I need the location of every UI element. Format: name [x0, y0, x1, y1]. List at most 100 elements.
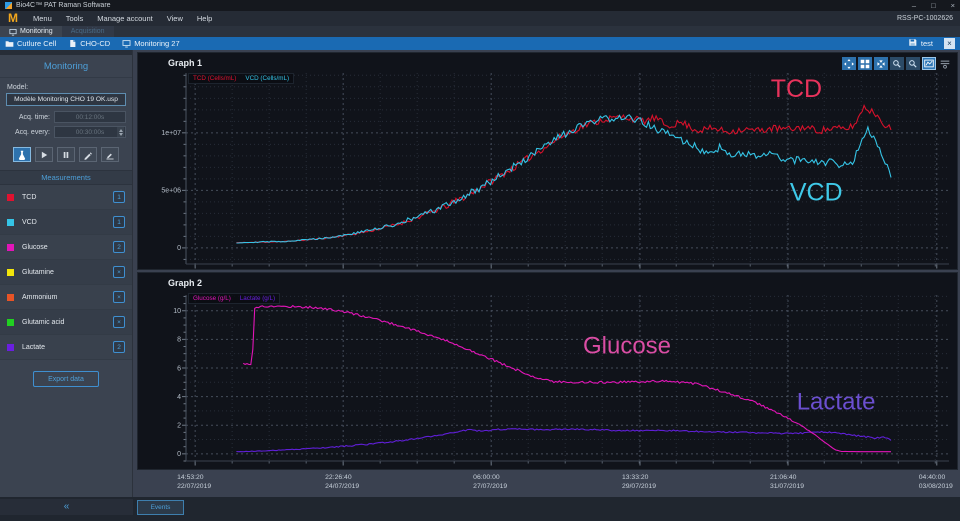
title-bar: Bio4C™ PAT Raman Software –□× — [0, 0, 960, 11]
breadcrumb-label: Cutlure Cell — [17, 39, 56, 48]
graph-slot-button[interactable]: 1 — [113, 191, 125, 203]
pause-button[interactable] — [57, 147, 75, 162]
x-tick-time: 22:26:40 — [325, 473, 359, 482]
bioreactor-button[interactable] — [13, 147, 31, 162]
close-button[interactable]: × — [951, 0, 955, 11]
measurement-row-glutamine[interactable]: Glutamine× — [0, 260, 132, 285]
monitor-icon — [122, 39, 131, 48]
tab-label: Monitoring — [20, 28, 53, 35]
graph-slot-button[interactable]: 2 — [113, 241, 125, 253]
graph-slot-button[interactable]: 2 — [113, 341, 125, 353]
arrows-out-icon — [844, 59, 854, 69]
app-window: { "window": { "title": "Bio4C™ PAT Raman… — [0, 0, 960, 521]
breadcrumb-bar: Cutlure CellCHO-CDMonitoring 27 test × — [0, 37, 960, 50]
acq-every-stepper[interactable] — [117, 127, 124, 137]
graph-slot-button[interactable]: × — [113, 316, 125, 328]
x-tick-date: 31/07/2019 — [770, 482, 804, 491]
graph-display-button[interactable] — [922, 57, 936, 70]
y-tick-label: 1e+07 — [161, 130, 181, 137]
menu-bar: M MenuToolsManage accountViewHelp RSS-PC… — [0, 11, 960, 26]
measurement-label: Glucose — [22, 244, 113, 251]
graph-slot-button[interactable]: × — [113, 291, 125, 303]
measurement-row-ammonium[interactable]: Ammonium× — [0, 285, 132, 310]
monitor-icon — [9, 28, 17, 36]
tab-strip: Monitoring Acquisition — [0, 26, 960, 37]
annotate-button[interactable] — [101, 147, 119, 162]
y-tick-label: 0 — [177, 451, 181, 458]
measurement-label: Ammonium — [22, 294, 113, 301]
pan-view-button[interactable] — [842, 57, 856, 70]
measurement-color-swatch — [7, 294, 14, 301]
menu-item-manage-account[interactable]: Manage account — [90, 14, 159, 23]
pencil-icon — [83, 150, 93, 160]
x-tick-label: 22:26:4024/07/2019 — [325, 473, 359, 491]
save-icon — [908, 38, 917, 47]
x-tick-date: 27/07/2019 — [473, 482, 507, 491]
graph-slot-button[interactable]: 1 — [113, 216, 125, 228]
y-tick-label: 4 — [177, 394, 181, 401]
maximize-button[interactable]: □ — [931, 0, 936, 11]
curve-options-button[interactable] — [938, 57, 952, 70]
graph2-panel: Graph 2 Glucose (g/L)Lactate (g/L) 10864… — [137, 272, 958, 470]
save-icon — [908, 38, 917, 49]
zoom-horizontal-button[interactable] — [890, 57, 904, 70]
measurement-row-tcd[interactable]: TCD1 — [0, 185, 132, 210]
graph1-series-tcd — [236, 106, 891, 243]
measurement-color-swatch — [7, 269, 14, 276]
zoom-icon — [908, 59, 918, 69]
menu-item-help[interactable]: Help — [190, 14, 219, 23]
annotation-vcd: VCD — [790, 179, 843, 207]
measurement-color-swatch — [7, 244, 14, 251]
annotation-lactate: Lactate — [797, 388, 876, 415]
list-eye-icon — [940, 59, 950, 69]
folder-icon — [5, 39, 14, 48]
measurement-row-glutamic-acid[interactable]: Glutamic acid× — [0, 310, 132, 335]
menu-item-tools[interactable]: Tools — [59, 14, 91, 23]
breadcrumb-label: CHO-CD — [80, 39, 110, 48]
export-data-button[interactable]: Export data — [33, 371, 99, 387]
x-tick-label: 21:06:4031/07/2019 — [770, 473, 804, 491]
x-tick-label: 06:00:0027/07/2019 — [473, 473, 507, 491]
graph-slot-button[interactable]: × — [113, 266, 125, 278]
brand-logo: M — [8, 11, 17, 26]
breadcrumb: Cutlure Cell CHO-CD Monitoring 27 — [5, 39, 192, 48]
edit-button[interactable] — [79, 147, 97, 162]
measurement-row-glucose[interactable]: Glucose2 — [0, 235, 132, 260]
zoom-box-button[interactable] — [906, 57, 920, 70]
menu-item-menu[interactable]: Menu — [26, 14, 59, 23]
tile-graphs-button[interactable] — [858, 57, 872, 70]
breadcrumb-item-cutlure-cell[interactable]: Cutlure Cell — [5, 39, 56, 48]
x-tick-time: 06:00:00 — [473, 473, 507, 482]
measurement-row-vcd[interactable]: VCD1 — [0, 210, 132, 235]
model-select[interactable]: Modèle Monitoring CHO 19 OK.usp — [6, 93, 126, 106]
measurement-color-swatch — [7, 344, 14, 351]
measurements-header: Measurements — [0, 170, 132, 185]
flask-icon — [17, 150, 27, 160]
minimize-button[interactable]: – — [912, 0, 916, 11]
fit-view-button[interactable] — [874, 57, 888, 70]
signature-icon — [105, 150, 115, 160]
menu-item-view[interactable]: View — [160, 14, 190, 23]
model-label: Model: — [7, 84, 132, 91]
x-tick-time: 14:53:20 — [177, 473, 211, 482]
breadcrumb-item-cho-cd[interactable]: CHO-CD — [68, 39, 110, 48]
sidebar-form: Model: Modèle Monitoring CHO 19 OK.usp A… — [0, 78, 132, 162]
play-button[interactable] — [35, 147, 53, 162]
events-button[interactable]: Events — [137, 500, 184, 515]
measurement-row-lactate[interactable]: Lactate2 — [0, 335, 132, 360]
measurement-color-swatch — [7, 219, 14, 226]
acq-every-input[interactable]: 00:30:00s — [54, 126, 126, 138]
breadcrumb-item-monitoring-27[interactable]: Monitoring 27 — [122, 39, 179, 48]
x-tick-time: 13:33:20 — [622, 473, 656, 482]
play-icon — [39, 150, 49, 160]
acq-time-input[interactable]: 00:12:00s — [54, 111, 126, 123]
graph1-panel: Graph 1 TCD (Cells/mL)VCD (Cells/mL) 1e+… — [137, 52, 958, 270]
tab-acquisition[interactable]: Acquisition — [62, 26, 114, 37]
annotation-tcd: TCD — [771, 75, 822, 103]
graph1-svg[interactable]: 1e+075e+060TCDVCD — [138, 53, 959, 271]
close-view-button[interactable]: × — [944, 38, 955, 49]
tab-monitoring[interactable]: Monitoring — [0, 26, 62, 37]
graph-toolbar — [842, 57, 952, 70]
sidebar-collapse-button[interactable]: « — [0, 499, 133, 515]
legend-entry: Glucose (g/L) — [193, 295, 231, 302]
